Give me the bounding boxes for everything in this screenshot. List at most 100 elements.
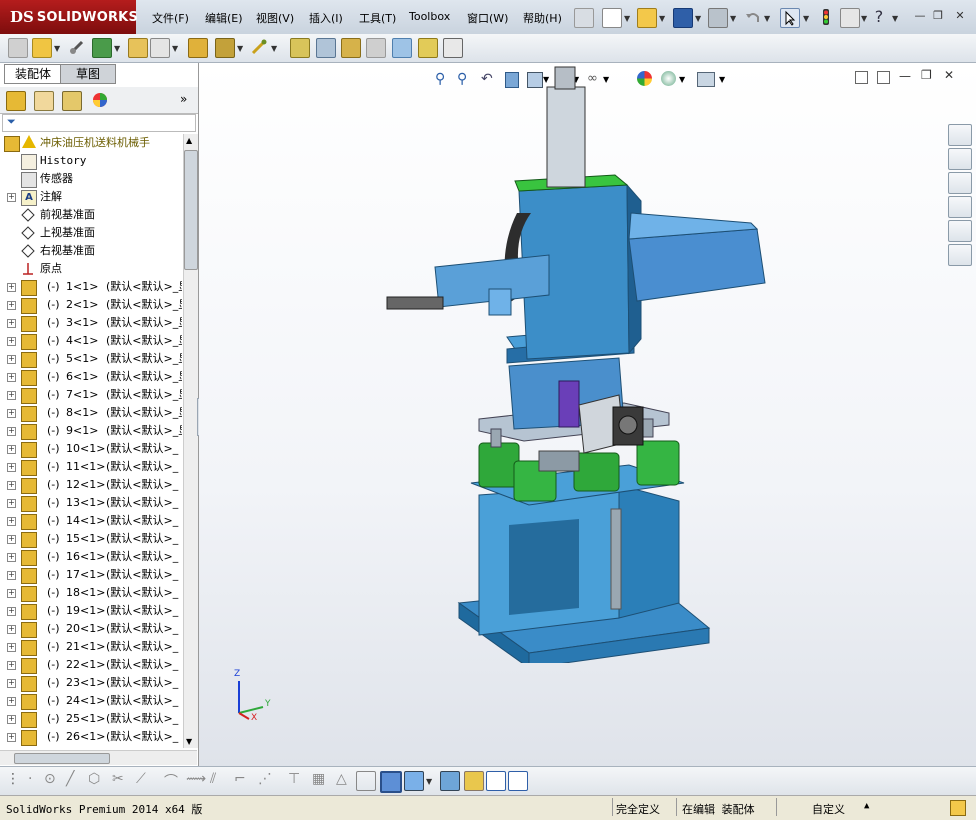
tree-item-annotations[interactable]: + A 注解 [0,188,182,206]
tree-item-top-plane[interactable]: 上视基准面 [0,224,182,242]
assembly-features-icon[interactable] [188,38,208,58]
circle-icon[interactable]: ⊙ [44,771,56,787]
extend-icon[interactable]: ⟋ [136,771,146,787]
exploded-view-icon[interactable] [316,38,336,58]
expand-toggle[interactable]: + [7,319,16,328]
tree-item-component[interactable]: + (-) 5<1> (默认<默认>_显 [0,350,182,368]
tree-item-component[interactable]: + (-) 25<1> (默认<默认>_ [0,710,182,728]
chevron-down-icon[interactable]: ▼ [426,777,432,786]
expand-toggle[interactable]: + [7,499,16,508]
expand-toggle[interactable]: + [7,463,16,472]
expand-toggle[interactable]: + [7,193,16,202]
close-button[interactable]: ✕ [952,9,968,23]
expand-toggle[interactable]: + [7,445,16,454]
chevron-down-icon[interactable]: ▼ [172,44,178,53]
tree-item-component[interactable]: + (-) 7<1> (默认<默认>_显 [0,386,182,404]
tree-item-component[interactable]: + (-) 26<1> (默认<默认>_ [0,728,182,746]
expand-toggle[interactable]: + [7,625,16,634]
chevron-down-icon[interactable]: ▼ [892,14,898,23]
chevron-down-icon[interactable]: ▼ [861,14,867,23]
tree-item-component[interactable]: + (-) 16<1> (默认<默认>_ [0,548,182,566]
doc-restore-icon[interactable]: ❐ [921,68,932,82]
reference-geometry-icon[interactable] [215,38,235,58]
instant3d-icon[interactable] [443,38,463,58]
expand-toggle[interactable]: + [7,301,16,310]
expand-pane-icon[interactable]: » [180,92,187,106]
tree-item-component[interactable]: + (-) 18<1> (默认<默认>_ [0,584,182,602]
pattern-icon[interactable] [92,38,112,58]
tree-item-component[interactable]: + (-) 15<1> (默认<默认>_ [0,530,182,548]
home-icon[interactable] [948,124,972,146]
file-explorer-icon[interactable] [948,172,972,194]
show-hidden-icon[interactable] [150,38,170,58]
status-units[interactable]: 自定义 [812,801,845,817]
pin-icon[interactable] [574,8,594,28]
chevron-down-icon[interactable]: ▼ [803,14,809,23]
new-document-icon[interactable] [602,8,622,28]
render-tools-icon[interactable] [440,771,460,791]
smart-dimension-icon[interactable]: ⊤ [288,771,300,787]
expand-toggle[interactable]: + [7,391,16,400]
tree-item-component[interactable]: + (-) 2<1> (默认<默认>_显 [0,296,182,314]
tree-item-component[interactable]: + (-) 11<1> (默认<默认>_ [0,458,182,476]
open-folder-icon[interactable] [637,8,657,28]
expand-toggle[interactable]: + [7,409,16,418]
trim-icon[interactable]: ✂ [112,771,124,787]
display-manager-tab-icon[interactable] [91,91,109,109]
restore-button[interactable]: ❐ [930,9,946,23]
menu-insert[interactable]: 插入(I) [309,10,343,26]
tree-item-right-plane[interactable]: 右视基准面 [0,242,182,260]
relations-icon[interactable]: △ [336,771,347,787]
polygon-icon[interactable]: ⬡ [88,771,100,787]
scroll-up-icon[interactable]: ▲ [186,136,192,145]
new-motion-study-icon[interactable] [250,38,268,56]
chevron-down-icon[interactable]: ▼ [271,44,277,53]
tree-scroll-thumb[interactable] [184,150,198,270]
clearance-verification-icon[interactable] [392,38,412,58]
graphics-area[interactable]: ⚲ ⚲ ↶ ▼ ▼ ∞ ▼ ▼ ▼ — ❐ ✕ Z Y X [199,63,976,766]
expand-toggle[interactable]: + [7,373,16,382]
tree-filter-field[interactable]: ⏷ [2,114,196,132]
insert-component-icon[interactable] [32,38,52,58]
expand-toggle[interactable]: + [7,679,16,688]
tree-item-component[interactable]: + (-) 24<1> (默认<默认>_ [0,692,182,710]
tree-item-component[interactable]: + (-) 6<1> (默认<默认>_显 [0,368,182,386]
3d-sketch-icon[interactable] [356,771,376,791]
doc-minimize-icon[interactable]: — [899,69,911,83]
view-cube-icon[interactable] [404,771,424,791]
single-viewport-icon[interactable] [486,771,506,791]
select-cursor-icon[interactable] [780,8,800,28]
tree-item-component[interactable]: + (-) 23<1> (默认<默认>_ [0,674,182,692]
rebuild-icon[interactable] [817,8,835,26]
design-library-icon[interactable] [948,148,972,170]
expand-toggle[interactable]: + [7,733,16,742]
quick-tips-icon[interactable] [950,800,966,816]
expand-toggle[interactable]: + [7,283,16,292]
expand-toggle[interactable]: + [7,715,16,724]
tree-item-component[interactable]: + (-) 8<1> (默认<默认>_显 [0,404,182,422]
shaded-view-icon[interactable] [380,771,402,793]
filter-icon[interactable]: ⏷ [7,115,16,129]
four-viewport-icon[interactable] [508,771,528,791]
tab-sketch[interactable]: 草图 [60,64,116,84]
expand-toggle[interactable]: + [7,355,16,364]
expand-toggle[interactable]: + [7,517,16,526]
minimize-button[interactable]: — [912,9,928,23]
tree-item-origin[interactable]: 原点 [0,260,182,278]
bill-of-materials-icon[interactable] [290,38,310,58]
view-palette-icon[interactable] [948,196,972,218]
custom-properties-icon[interactable] [948,244,972,266]
tree-item-sensors[interactable]: 传感器 [0,170,182,188]
expand-toggle[interactable]: + [7,535,16,544]
chevron-down-icon[interactable]: ▼ [624,14,630,23]
expand-toggle[interactable]: + [7,607,16,616]
doc-close-icon[interactable]: ✕ [944,68,954,82]
menu-view[interactable]: 视图(V) [256,10,294,26]
menu-toolbox[interactable]: Toolbox [409,10,450,23]
tree-horizontal-scrollbar[interactable] [0,750,197,765]
scroll-down-icon[interactable]: ▼ [186,737,192,746]
expand-toggle[interactable]: + [7,589,16,598]
configuration-manager-tab-icon[interactable] [62,91,82,111]
horizontal-scroll-thumb[interactable] [14,753,110,764]
tab-assembly[interactable]: 装配体 [4,64,62,84]
